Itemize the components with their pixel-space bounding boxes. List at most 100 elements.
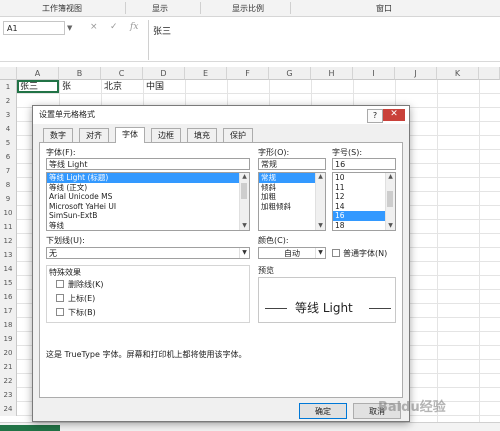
ok-button[interactable]: 确定 — [299, 403, 347, 419]
watermark-logo: Baidu经验 — [378, 400, 446, 415]
font-size-list[interactable]: 10 11 12 14 16 18 ▲ ▼ — [332, 172, 396, 231]
cell-b1[interactable]: 张 — [59, 80, 71, 94]
color-value: 自动 — [284, 249, 300, 258]
font-style-scrollbar[interactable]: ▲ ▼ — [315, 173, 325, 230]
column-header-c[interactable]: C — [101, 67, 143, 80]
row-header[interactable]: 24 — [0, 402, 17, 416]
row-header[interactable]: 19 — [0, 332, 17, 346]
font-list[interactable]: 等线 Light (标题) 等线 (正文) Arial Unicode MS M… — [46, 172, 250, 231]
name-box[interactable]: A1 — [3, 21, 65, 35]
tab-alignment[interactable]: 对齐 — [79, 128, 109, 142]
row-header[interactable]: 21 — [0, 360, 17, 374]
chevron-down-icon[interactable]: ▼ — [239, 248, 249, 258]
row-header[interactable]: 5 — [0, 136, 17, 150]
row-header[interactable]: 15 — [0, 276, 17, 290]
strikethrough-checkbox[interactable] — [56, 280, 64, 288]
grid-line — [479, 80, 480, 430]
font-size-input[interactable]: 16 — [332, 158, 396, 170]
color-select[interactable]: 自动 ▼ — [258, 247, 326, 259]
ribbon-group-zoom: 显示比例 — [232, 4, 264, 13]
sheet-tab-active[interactable] — [0, 425, 60, 431]
subscript-checkbox[interactable] — [56, 308, 64, 316]
underline-value: 无 — [49, 249, 57, 258]
cell-d1[interactable]: 中国 — [143, 80, 164, 94]
help-button[interactable]: ? — [367, 109, 383, 123]
column-header-d[interactable]: D — [143, 67, 185, 80]
close-button[interactable]: ✕ — [383, 109, 405, 121]
formula-input[interactable]: 张三 — [148, 20, 500, 60]
column-header-f[interactable]: F — [227, 67, 269, 80]
row-header[interactable]: 6 — [0, 150, 17, 164]
row-header[interactable]: 4 — [0, 122, 17, 136]
row-header[interactable]: 23 — [0, 388, 17, 402]
column-header-k[interactable]: K — [437, 67, 479, 80]
font-input[interactable]: 等线 Light — [46, 158, 250, 170]
preview-baseline — [369, 308, 391, 309]
column-header-e[interactable]: E — [185, 67, 227, 80]
cell-c1[interactable]: 北京 — [101, 80, 122, 94]
font-list-item[interactable]: SimSun-ExtB — [47, 211, 249, 221]
font-list-item[interactable]: Arial Unicode MS — [47, 192, 249, 202]
row-header[interactable]: 7 — [0, 164, 17, 178]
font-size-scrollbar[interactable]: ▲ ▼ — [385, 173, 395, 230]
row-header[interactable]: 18 — [0, 318, 17, 332]
font-list-item[interactable]: 等线 (正文) — [47, 183, 249, 193]
font-list-scrollbar[interactable]: ▲ ▼ — [239, 173, 249, 230]
tab-fill[interactable]: 填充 — [187, 128, 217, 142]
tab-border[interactable]: 边框 — [151, 128, 181, 142]
column-header-b[interactable]: B — [59, 67, 101, 80]
preview-text: 等线 Light — [295, 301, 353, 315]
row-header[interactable]: 10 — [0, 206, 17, 220]
select-all-corner[interactable] — [0, 67, 17, 80]
tab-number[interactable]: 数字 — [43, 128, 73, 142]
row-header[interactable]: 11 — [0, 220, 17, 234]
row-header[interactable]: 22 — [0, 374, 17, 388]
row-header[interactable]: 16 — [0, 290, 17, 304]
row-header[interactable]: 2 — [0, 94, 17, 108]
scroll-up-icon[interactable]: ▲ — [316, 173, 325, 181]
scroll-up-icon[interactable]: ▲ — [386, 173, 395, 181]
tab-font[interactable]: 字体 — [115, 127, 145, 143]
font-list-item[interactable]: Microsoft YaHei UI — [47, 202, 249, 212]
column-header-g[interactable]: G — [269, 67, 311, 80]
column-header-h[interactable]: H — [311, 67, 353, 80]
scroll-thumb[interactable] — [241, 183, 247, 199]
cancel-icon[interactable]: × — [90, 22, 98, 32]
row-header[interactable]: 9 — [0, 192, 17, 206]
row-header[interactable]: 8 — [0, 178, 17, 192]
font-style-list[interactable]: 常规 倾斜 加粗 加粗倾斜 ▲ ▼ — [258, 172, 326, 231]
font-list-item[interactable]: 等线 — [47, 221, 249, 231]
column-header-a[interactable]: A — [17, 67, 59, 80]
scroll-up-icon[interactable]: ▲ — [240, 173, 249, 181]
row-header[interactable]: 17 — [0, 304, 17, 318]
ribbon-separator — [200, 2, 201, 14]
row-header[interactable]: 13 — [0, 248, 17, 262]
underline-select[interactable]: 无 ▼ — [46, 247, 250, 259]
scroll-down-icon[interactable]: ▼ — [386, 222, 395, 230]
enter-icon[interactable]: ✓ — [110, 22, 118, 32]
row-header[interactable]: 1 — [0, 80, 17, 94]
active-cell-border — [17, 80, 59, 93]
row-header[interactable]: 14 — [0, 262, 17, 276]
dialog-title: 设置单元格格式 — [33, 106, 409, 124]
tab-protection[interactable]: 保护 — [223, 128, 253, 142]
ribbon-separator — [290, 2, 291, 14]
normal-font-checkbox[interactable] — [332, 249, 340, 257]
column-header-more[interactable] — [479, 67, 500, 80]
insert-function-icon[interactable]: fx — [130, 22, 138, 32]
chevron-down-icon[interactable]: ▼ — [67, 24, 72, 32]
scroll-down-icon[interactable]: ▼ — [240, 222, 249, 230]
chevron-down-icon[interactable]: ▼ — [315, 248, 325, 258]
font-label: 字体(F): — [46, 148, 76, 157]
superscript-checkbox[interactable] — [56, 294, 64, 302]
row-header[interactable]: 12 — [0, 234, 17, 248]
row-header[interactable]: 20 — [0, 346, 17, 360]
column-header-j[interactable]: J — [395, 67, 437, 80]
font-tab-panel: 字体(F): 等线 Light 等线 Light (标题) 等线 (正文) Ar… — [39, 142, 403, 398]
scroll-down-icon[interactable]: ▼ — [316, 222, 325, 230]
font-style-input[interactable]: 常规 — [258, 158, 326, 170]
row-header[interactable]: 3 — [0, 108, 17, 122]
font-list-item[interactable]: 等线 Light (标题) — [47, 173, 249, 183]
column-header-i[interactable]: I — [353, 67, 395, 80]
scroll-thumb[interactable] — [387, 191, 393, 207]
